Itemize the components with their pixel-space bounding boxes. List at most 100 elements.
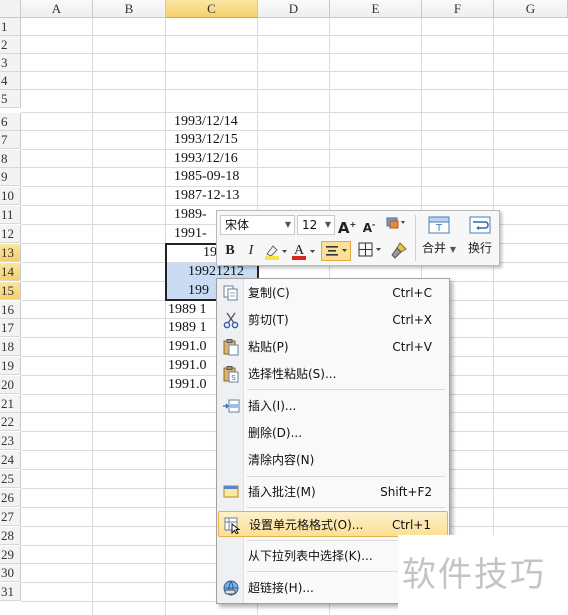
row-header[interactable]: 27 bbox=[0, 508, 21, 526]
row-header[interactable]: 16 bbox=[0, 301, 21, 319]
row-header[interactable]: 4 bbox=[0, 72, 21, 90]
row-header[interactable]: 18 bbox=[0, 338, 21, 356]
row-header[interactable]: 24 bbox=[0, 451, 21, 469]
row-header[interactable]: 30 bbox=[0, 564, 21, 582]
cell-c19[interactable]: 1991.0 bbox=[168, 357, 216, 375]
grow-font-button[interactable]: A+ bbox=[337, 215, 357, 237]
menu-separator bbox=[247, 507, 445, 508]
row-header[interactable]: 3 bbox=[0, 54, 21, 72]
font-name-value: 宋体 bbox=[225, 218, 250, 232]
row-header[interactable]: 20 bbox=[0, 376, 21, 394]
column-header-b[interactable]: B bbox=[93, 0, 166, 18]
row-header[interactable]: 28 bbox=[0, 527, 21, 545]
row-header[interactable]: 12 bbox=[0, 225, 21, 243]
select-all-corner[interactable] bbox=[0, 0, 21, 18]
menu-label-cut: 剪切(T) bbox=[248, 313, 289, 327]
gridline bbox=[21, 89, 568, 90]
row-header-selected[interactable]: 14 bbox=[0, 263, 21, 281]
font-name-combo[interactable]: 宋体 ▼ bbox=[220, 215, 295, 235]
row-header[interactable]: 5 bbox=[0, 90, 21, 108]
column-header-d[interactable]: D bbox=[258, 0, 330, 18]
gridline bbox=[21, 35, 568, 36]
wrap-text-button[interactable]: 换行 bbox=[461, 214, 499, 262]
merge-button[interactable]: T 合并 ▼ bbox=[420, 214, 458, 262]
borders-icon bbox=[358, 242, 381, 257]
row-header-selected[interactable]: 13 bbox=[0, 244, 21, 262]
cell-c9[interactable]: 1985-09-18 bbox=[174, 168, 258, 186]
row-header[interactable]: 21 bbox=[0, 395, 21, 413]
menu-item-cut[interactable]: 剪切(T) Ctrl+X bbox=[218, 307, 448, 333]
row-header[interactable]: 6 bbox=[0, 113, 21, 131]
column-header-g[interactable]: G bbox=[494, 0, 568, 18]
row-header[interactable]: 22 bbox=[0, 413, 21, 431]
menu-item-paste[interactable]: 粘贴(P) Ctrl+V bbox=[218, 334, 448, 360]
format-painter-button[interactable] bbox=[389, 241, 409, 261]
cell-c8[interactable]: 1993/12/16 bbox=[174, 150, 258, 168]
column-header-f[interactable]: F bbox=[422, 0, 494, 18]
comment-icon bbox=[223, 485, 239, 498]
menu-label-hyperlink: 超链接(H)... bbox=[248, 581, 314, 595]
menu-item-copy[interactable]: 复制(C) Ctrl+C bbox=[218, 280, 448, 306]
row-header[interactable]: 11 bbox=[0, 206, 21, 224]
cell-c20[interactable]: 1991.0 bbox=[168, 376, 216, 394]
borders-button[interactable] bbox=[355, 241, 385, 261]
bold-button[interactable]: B bbox=[220, 241, 240, 261]
watermark-text: 软件技巧 bbox=[402, 555, 546, 595]
cell-c16[interactable]: 1989 1 bbox=[168, 301, 216, 319]
font-color-button[interactable]: A bbox=[291, 241, 317, 261]
cell-c17[interactable]: 1989 1 bbox=[168, 319, 216, 337]
menu-label-format-cells: 设置单元格格式(O)... bbox=[249, 518, 364, 532]
row-header[interactable]: 26 bbox=[0, 489, 21, 507]
cell-c6[interactable]: 1993/12/14 bbox=[174, 113, 258, 131]
menu-item-insert-comment[interactable]: 插入批注(M) Shift+F2 bbox=[218, 479, 448, 505]
row-header[interactable]: 31 bbox=[0, 583, 21, 601]
row-header[interactable]: 19 bbox=[0, 357, 21, 375]
row-header[interactable]: 9 bbox=[0, 168, 21, 186]
row-header[interactable]: 17 bbox=[0, 319, 21, 337]
cell-c7[interactable]: 1993/12/15 bbox=[174, 131, 258, 149]
shrink-font-button[interactable]: A- bbox=[359, 215, 379, 235]
column-header-a[interactable]: A bbox=[21, 0, 93, 18]
row-header[interactable]: 23 bbox=[0, 432, 21, 450]
gridline bbox=[21, 149, 568, 150]
highlight-color-button[interactable] bbox=[263, 241, 289, 261]
shrink-font-icon: A bbox=[362, 221, 372, 235]
grow-font-icon: A bbox=[337, 219, 350, 237]
row-header[interactable]: 1 bbox=[0, 18, 21, 36]
menu-item-paste-special[interactable]: S 选择性粘贴(S)... bbox=[218, 361, 448, 387]
font-size-combo[interactable]: 12 ▼ bbox=[297, 215, 335, 235]
wrap-text-icon bbox=[469, 216, 491, 234]
cell-c18[interactable]: 1991.0 bbox=[168, 338, 216, 356]
hyperlink-globe-icon bbox=[223, 580, 239, 597]
scissors-icon bbox=[223, 312, 239, 329]
cell-c12[interactable]: 1991- bbox=[174, 225, 218, 243]
menu-item-format-cells[interactable]: 设置单元格格式(O)... Ctrl+1 bbox=[218, 511, 448, 537]
cell-c11[interactable]: 1989- bbox=[174, 206, 218, 224]
menu-item-delete[interactable]: 删除(D)... bbox=[218, 420, 448, 446]
menu-item-insert[interactable]: 插入(I)... bbox=[218, 393, 448, 419]
menu-item-clear-contents[interactable]: 清除内容(N) bbox=[218, 447, 448, 473]
align-center-icon bbox=[326, 246, 347, 256]
insert-cells-icon bbox=[223, 399, 240, 413]
column-header-e[interactable]: E bbox=[330, 0, 422, 18]
menu-label-insert: 插入(I)... bbox=[248, 399, 297, 413]
menu-label-pick-from-list: 从下拉列表中选择(K)... bbox=[248, 549, 373, 563]
font-color-letter: A bbox=[294, 243, 305, 258]
row-header[interactable]: 10 bbox=[0, 187, 21, 205]
row-header[interactable]: 2 bbox=[0, 36, 21, 54]
format-painter-dropdown[interactable] bbox=[383, 215, 409, 235]
row-header[interactable]: 8 bbox=[0, 150, 21, 168]
column-header-c[interactable]: C bbox=[166, 0, 258, 18]
gridline bbox=[21, 53, 568, 54]
watermark: 软件技巧 bbox=[398, 535, 568, 615]
gridline bbox=[21, 205, 568, 206]
row-header[interactable]: 7 bbox=[0, 131, 21, 149]
align-center-button[interactable] bbox=[321, 241, 351, 261]
row-header-selected[interactable]: 15 bbox=[0, 282, 21, 300]
row-header[interactable]: 29 bbox=[0, 546, 21, 564]
menu-label-clear-contents: 清除内容(N) bbox=[248, 453, 315, 467]
italic-button[interactable]: I bbox=[241, 241, 261, 261]
chevron-down-icon: ▼ bbox=[324, 220, 331, 229]
cell-c10[interactable]: 1987-12-13 bbox=[174, 187, 258, 205]
row-header[interactable]: 25 bbox=[0, 470, 21, 488]
